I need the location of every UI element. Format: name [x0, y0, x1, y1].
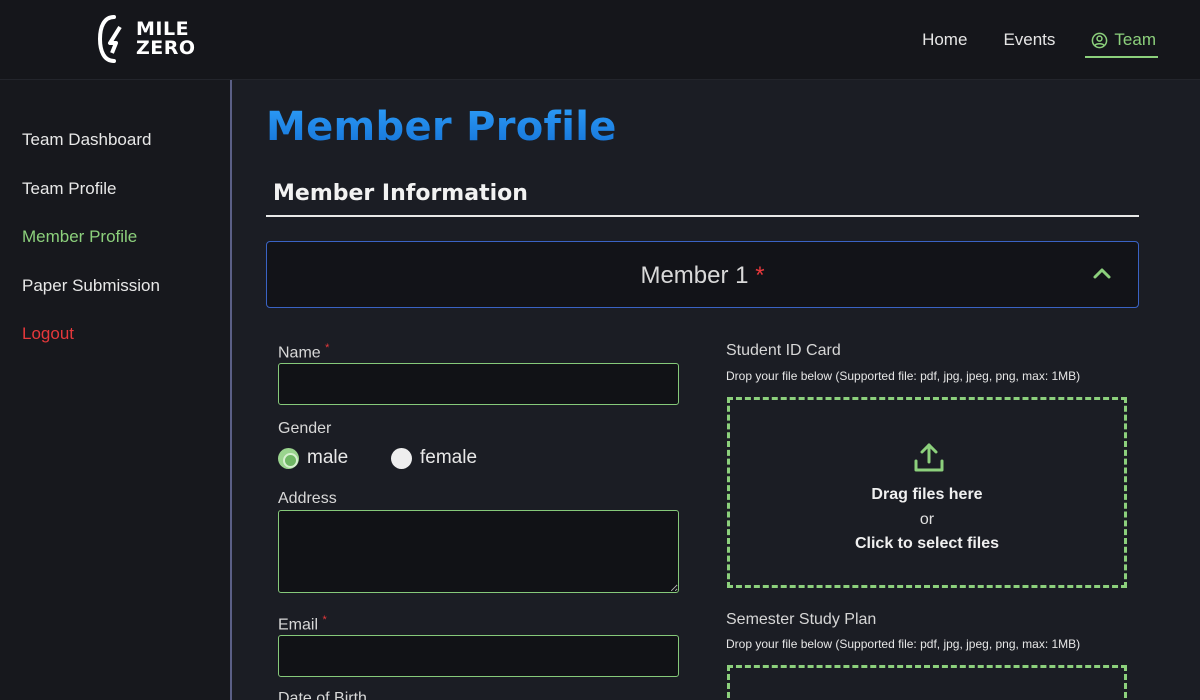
student-id-label: Student ID Card — [726, 342, 841, 359]
email-required-mark: * — [322, 614, 327, 626]
top-navbar: MILE ZERO Home Events Team — [0, 0, 1200, 80]
sidebar-item-team-profile[interactable]: Team Profile — [22, 179, 116, 199]
section-title: Member Information — [273, 181, 528, 206]
dropzone-click-text[interactable]: Click to select files — [730, 535, 1124, 553]
radio-label-male: male — [307, 447, 349, 468]
study-plan-label: Semester Study Plan — [726, 611, 877, 628]
nav-team[interactable]: Team — [1085, 0, 1158, 80]
student-id-dropzone[interactable]: Drag files here or Click to select files — [727, 397, 1127, 588]
radio-label-female: female — [420, 447, 478, 468]
gender-radio-female[interactable]: female — [391, 447, 477, 469]
sidebar: Team Dashboard Team Profile Member Profi… — [0, 80, 232, 700]
main-nav: Home Events Team — [886, 0, 1158, 80]
chevron-up-icon[interactable] — [1092, 266, 1112, 280]
sidebar-item-logout[interactable]: Logout — [22, 324, 74, 344]
email-input[interactable] — [278, 635, 679, 677]
user-circle-icon — [1092, 32, 1108, 48]
sidebar-item-paper-submission[interactable]: Paper Submission — [22, 276, 160, 296]
member-accordion-header[interactable]: Member 1 * — [266, 241, 1139, 308]
gender-label: Gender — [278, 420, 332, 437]
gender-radio-male[interactable]: male — [278, 447, 348, 469]
nav-events[interactable]: Events — [1003, 0, 1055, 80]
accordion-title-text: Member 1 — [640, 262, 749, 289]
dropzone-drag-text: Drag files here — [871, 486, 983, 503]
brand-wordmark: MILE ZERO — [136, 20, 196, 58]
section-divider — [266, 215, 1139, 217]
address-textarea[interactable] — [278, 510, 679, 593]
student-id-hint: Drop your file below (Supported file: pd… — [726, 369, 1081, 383]
name-label-text: Name — [278, 344, 321, 362]
accordion-title: Member 1 * — [267, 262, 1138, 290]
address-label: Address — [278, 490, 337, 507]
sidebar-item-member-profile[interactable]: Member Profile — [22, 227, 137, 247]
sidebar-item-team-dashboard[interactable]: Team Dashboard — [22, 130, 151, 150]
study-plan-hint: Drop your file below (Supported file: pd… — [726, 637, 1081, 651]
email-label-text: Email — [278, 616, 319, 634]
dropzone-or-text: or — [919, 511, 935, 528]
name-label: Name * — [278, 342, 329, 362]
upload-icon — [914, 443, 944, 472]
email-label: Email * — [278, 614, 327, 634]
page-title: Member Profile — [266, 104, 617, 150]
name-input[interactable] — [278, 363, 679, 405]
brand-line-2: ZERO — [136, 37, 196, 59]
logo-icon — [98, 15, 122, 63]
study-plan-dropzone[interactable] — [727, 665, 1127, 700]
brand-logo[interactable]: MILE ZERO — [98, 12, 208, 66]
nav-team-label: Team — [1114, 30, 1156, 49]
name-required-mark: * — [325, 342, 330, 354]
radio-button-checked[interactable] — [278, 447, 299, 469]
required-mark: * — [755, 262, 765, 289]
dob-label: Date of Birth — [278, 690, 367, 700]
radio-button-unchecked[interactable] — [391, 447, 412, 469]
nav-home[interactable]: Home — [922, 0, 967, 80]
